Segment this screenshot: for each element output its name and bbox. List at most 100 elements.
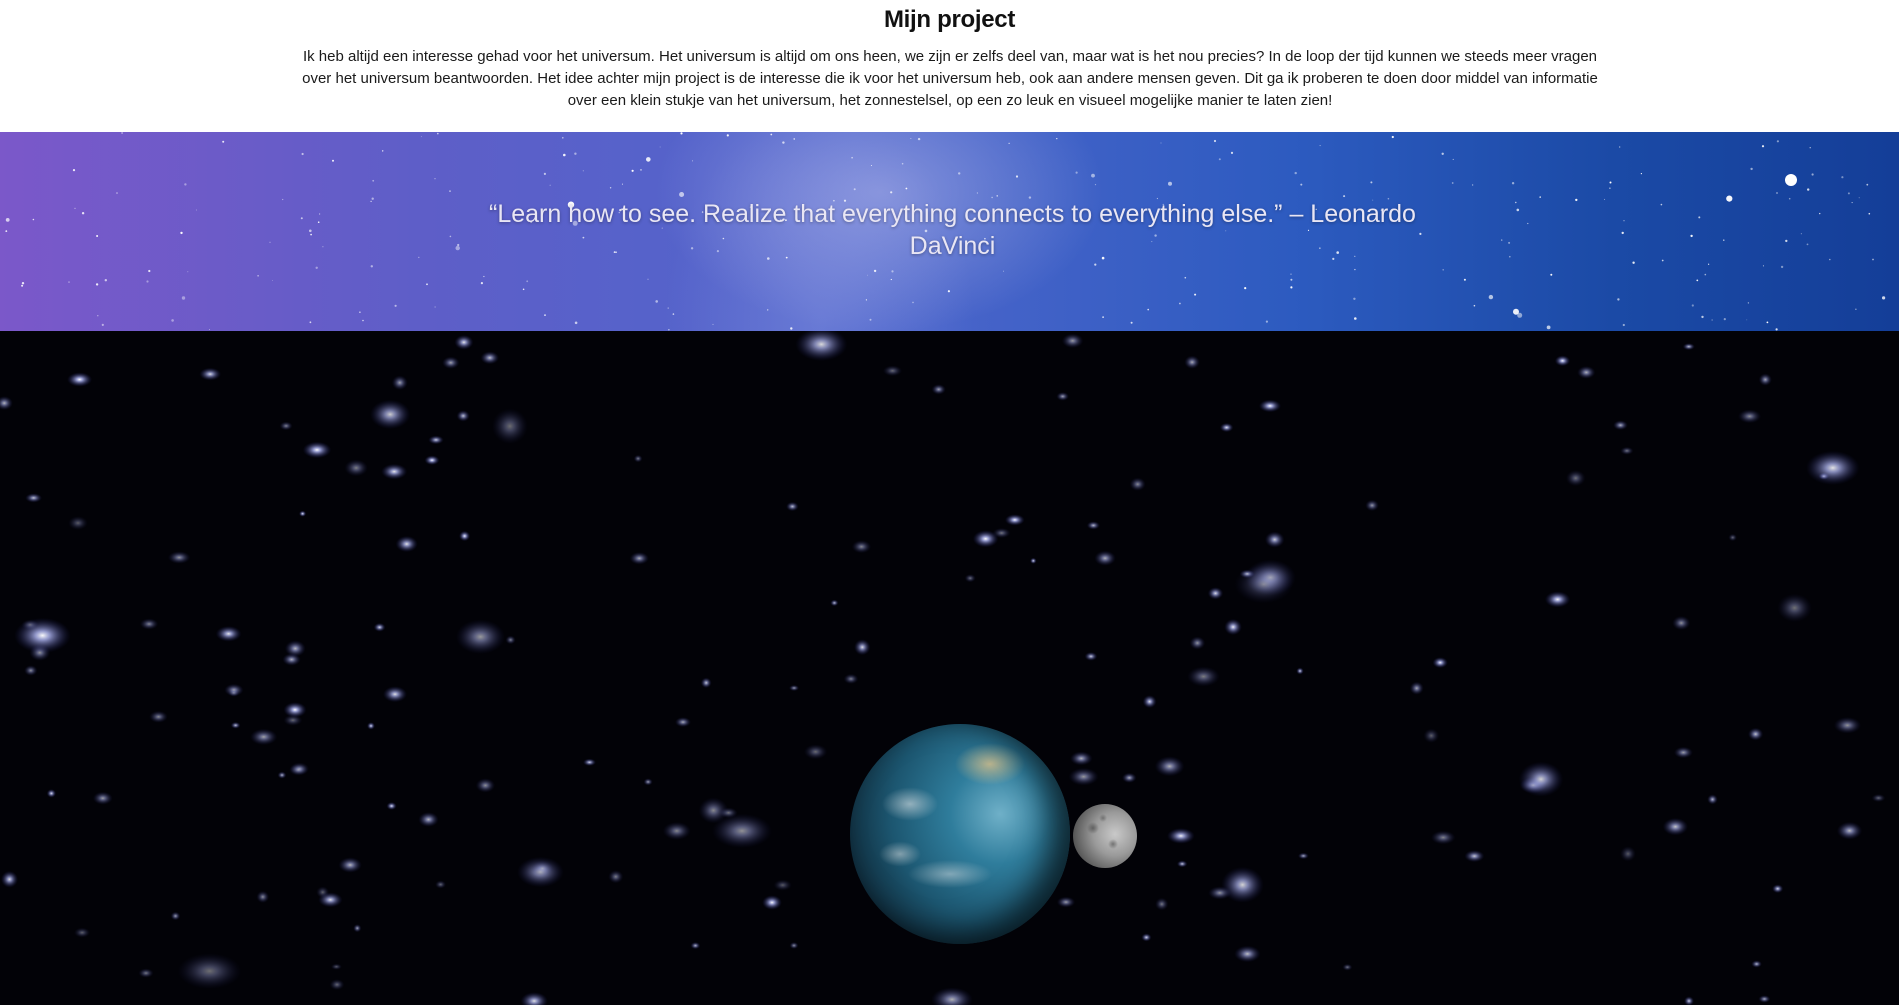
star — [284, 640, 306, 657]
star — [418, 256, 420, 259]
star — [199, 367, 222, 381]
star — [1811, 173, 1814, 176]
star — [633, 454, 643, 463]
star — [1179, 302, 1181, 305]
star — [1748, 727, 1764, 741]
star — [1509, 255, 1511, 258]
star — [180, 231, 183, 235]
star — [905, 187, 908, 190]
star — [309, 321, 312, 324]
star — [381, 463, 408, 480]
star — [1102, 316, 1104, 318]
star — [562, 137, 564, 139]
star — [1516, 208, 1520, 212]
star — [215, 626, 242, 642]
star — [382, 150, 384, 152]
star — [1682, 343, 1695, 351]
star — [646, 157, 651, 162]
star — [1617, 298, 1620, 301]
star — [1747, 302, 1750, 304]
star — [1167, 828, 1195, 844]
star — [853, 188, 856, 191]
star — [1488, 294, 1494, 300]
star — [609, 187, 612, 189]
star — [317, 221, 320, 223]
star — [437, 132, 439, 135]
star — [1296, 667, 1304, 675]
star — [434, 178, 436, 180]
star — [171, 319, 174, 322]
star — [434, 306, 436, 308]
star — [480, 282, 483, 285]
star — [1094, 263, 1097, 266]
star — [851, 540, 872, 554]
star — [1777, 593, 1812, 623]
star — [726, 134, 729, 137]
star — [917, 137, 921, 141]
moon[interactable] — [1073, 804, 1137, 868]
star — [299, 510, 307, 517]
star — [1294, 171, 1297, 175]
star — [322, 246, 324, 248]
star — [662, 821, 691, 840]
star — [1550, 273, 1553, 276]
star — [1187, 666, 1220, 687]
intro-paragraph: Ik heb altijd een interesse gehad voor h… — [302, 48, 1598, 109]
star — [1343, 195, 1346, 198]
star — [1122, 772, 1137, 783]
star — [1847, 192, 1850, 195]
star — [370, 200, 372, 203]
star — [1604, 198, 1606, 200]
star — [24, 665, 38, 676]
solar-system-scene[interactable] — [0, 331, 1899, 1005]
star — [1621, 231, 1624, 235]
star — [1620, 446, 1634, 455]
star — [21, 282, 25, 285]
star — [1609, 187, 1611, 189]
star — [1298, 852, 1309, 860]
star — [505, 635, 516, 645]
star — [629, 552, 649, 565]
star — [177, 953, 242, 989]
star — [667, 307, 669, 309]
star — [420, 136, 422, 138]
star — [167, 551, 191, 564]
star — [1708, 263, 1710, 265]
earth-planet[interactable] — [850, 724, 1070, 944]
star — [1290, 286, 1293, 289]
star — [1452, 158, 1454, 160]
star — [1207, 587, 1224, 600]
star — [418, 812, 439, 827]
star — [1662, 817, 1689, 836]
star — [230, 721, 241, 729]
star — [1264, 531, 1285, 548]
star — [373, 622, 386, 632]
star — [426, 283, 428, 286]
star — [854, 639, 871, 656]
star — [1575, 198, 1578, 202]
star — [655, 300, 658, 303]
star — [282, 198, 284, 201]
star — [700, 677, 712, 689]
star — [1806, 243, 1809, 246]
star — [574, 152, 577, 155]
star — [712, 813, 772, 849]
star — [1554, 355, 1571, 367]
star — [181, 296, 186, 300]
star — [1441, 152, 1444, 155]
star — [1723, 318, 1726, 321]
star — [549, 184, 551, 186]
star — [367, 722, 375, 730]
star — [1829, 258, 1831, 261]
star — [1239, 569, 1255, 579]
star — [92, 791, 113, 805]
star — [790, 327, 793, 330]
star — [795, 331, 848, 361]
star — [647, 278, 649, 280]
star — [1176, 860, 1188, 868]
star — [25, 493, 42, 503]
star — [0, 396, 13, 411]
star — [455, 245, 460, 251]
star — [449, 235, 452, 238]
star — [1056, 392, 1069, 401]
